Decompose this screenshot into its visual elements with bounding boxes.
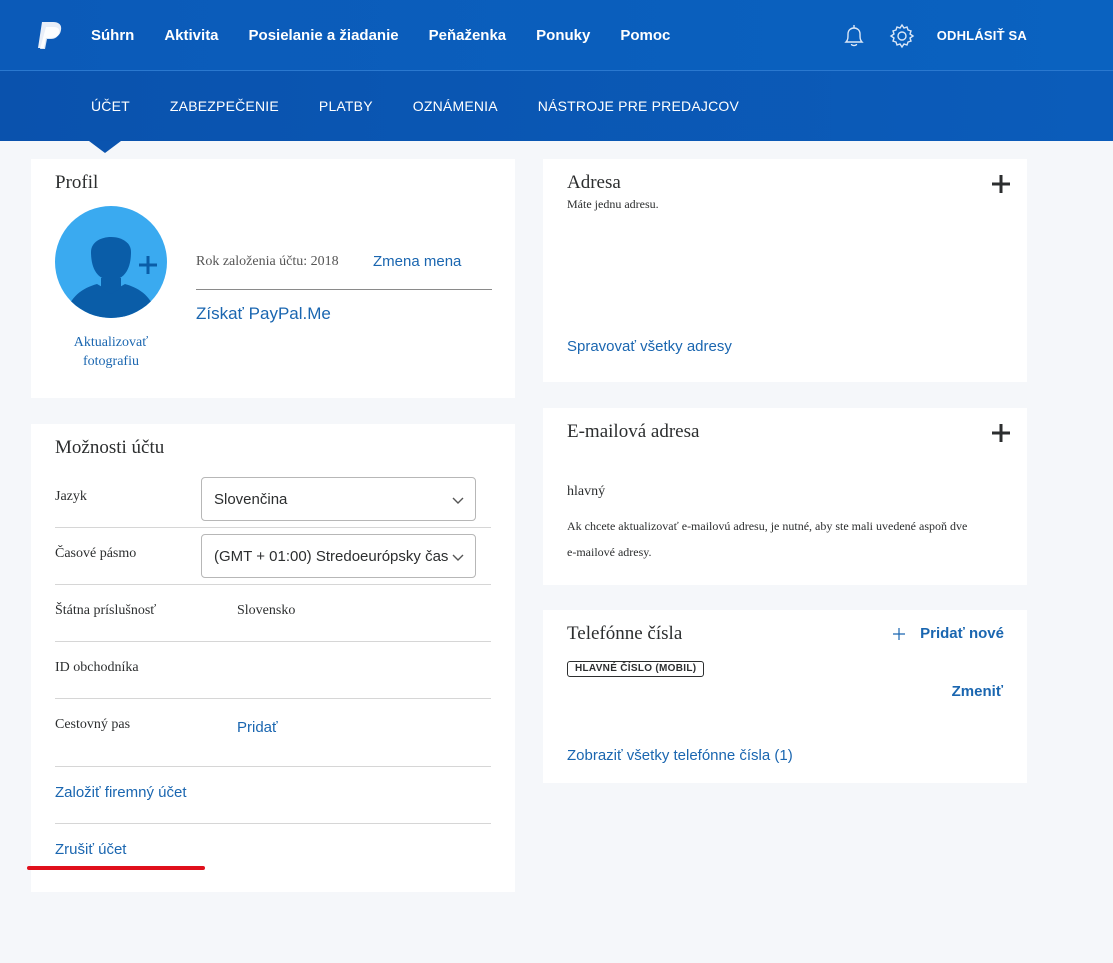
paypal-logo-icon[interactable]	[36, 20, 64, 50]
nav-summary[interactable]: Súhrn	[91, 27, 134, 44]
divider	[196, 289, 492, 290]
language-label: Jazyk	[55, 489, 87, 504]
tab-notifications[interactable]: OZNÁMENIA	[413, 98, 498, 114]
account-options-card: Možnosti účtu Jazyk Slovenčina Časové pá…	[31, 424, 515, 892]
add-phone-button[interactable]: Pridať nové	[892, 625, 1004, 642]
highlight-underline	[27, 866, 205, 870]
passport-label: Cestovný pas	[55, 717, 131, 732]
logout-button[interactable]: ODHLÁSIŤ SA	[937, 28, 1027, 43]
email-note-line-2: e-mailové adresy.	[567, 545, 652, 559]
timezone-value: (GMT + 01:00) Stredoeurópsky čas	[214, 548, 449, 565]
divider	[55, 584, 491, 585]
divider	[55, 698, 491, 699]
add-address-plus-icon[interactable]	[990, 173, 1012, 195]
email-note-line-1: Ak chcete aktualizovať e-mailovú adresu,…	[567, 519, 968, 533]
top-navigation-bar: Súhrn Aktivita Posielanie a žiadanie Peň…	[0, 0, 1113, 71]
open-business-account-link[interactable]: Založiť firemný účet	[55, 784, 187, 801]
address-count-text: Máte jednu adresu.	[567, 197, 659, 211]
account-year-text: Rok založenia účtu: 2018	[196, 254, 339, 269]
language-value: Slovenčina	[214, 491, 288, 508]
change-phone-link[interactable]: Zmeniť	[952, 683, 1003, 700]
phones-title: Telefónne čísla	[567, 623, 683, 644]
merchant-id-label: ID obchodníka	[55, 660, 139, 675]
get-paypal-me-link[interactable]: Získať PayPal.Me	[196, 304, 331, 324]
update-photo-link[interactable]: Aktualizovať fotografiu	[55, 333, 167, 371]
language-select[interactable]: Slovenčina	[201, 477, 476, 521]
change-name-link[interactable]: Zmena mena	[373, 253, 461, 270]
tab-seller-tools[interactable]: NÁSTROJE PRE PREDAJCOV	[538, 98, 739, 114]
chevron-down-icon	[452, 554, 464, 561]
nav-wallet[interactable]: Peňaženka	[429, 27, 507, 44]
citizenship-label: Štátna príslušnosť	[55, 603, 157, 618]
address-card: Adresa Máte jednu adresu. Spravovať všet…	[543, 159, 1027, 382]
primary-mobile-badge: HLAVNÉ ČÍSLO (MOBIL)	[567, 661, 705, 677]
account-options-title: Možnosti účtu	[55, 437, 165, 458]
phone-numbers-card: Telefónne čísla Pridať nové HLAVNÉ ČÍSLO…	[543, 610, 1027, 783]
divider	[55, 641, 491, 642]
add-passport-link[interactable]: Pridať	[237, 719, 278, 736]
add-phone-label: Pridať nové	[920, 625, 1004, 642]
divider	[55, 766, 491, 767]
settings-tabs: ÚČET ZABEZPEČENIE PLATBY OZNÁMENIA NÁSTR…	[91, 71, 779, 141]
profile-title: Profil	[55, 172, 99, 193]
chevron-down-icon	[452, 497, 464, 504]
tab-account[interactable]: ÚČET	[91, 98, 130, 114]
settings-subnav-bar: ÚČET ZABEZPEČENIE PLATBY OZNÁMENIA NÁSTR…	[0, 71, 1113, 141]
main-nav: Súhrn Aktivita Posielanie a žiadanie Peň…	[91, 0, 700, 71]
email-card: E-mailová adresa hlavný Ak chcete aktual…	[543, 408, 1027, 585]
primary-email-label: hlavný	[567, 484, 606, 499]
divider	[55, 823, 491, 824]
profile-card: Profil Aktualizovať fotografiu Rok založ…	[31, 159, 515, 398]
nav-send-request[interactable]: Posielanie a žiadanie	[249, 27, 399, 44]
view-all-phones-link[interactable]: Zobraziť všetky telefónne čísla (1)	[567, 747, 793, 764]
close-account-link[interactable]: Zrušiť účet	[55, 841, 126, 858]
divider	[55, 527, 491, 528]
tab-payments[interactable]: PLATBY	[319, 98, 373, 114]
plus-icon	[139, 256, 157, 274]
avatar[interactable]	[55, 206, 167, 318]
tab-security[interactable]: ZABEZPEČENIE	[170, 98, 279, 114]
timezone-label: Časové pásmo	[55, 546, 137, 561]
nav-help[interactable]: Pomoc	[620, 27, 670, 44]
plus-icon	[893, 627, 906, 640]
nav-activity[interactable]: Aktivita	[164, 27, 218, 44]
manage-addresses-link[interactable]: Spravovať všetky adresy	[567, 338, 732, 355]
header-actions: ODHLÁSIŤ SA	[841, 0, 1027, 71]
user-silhouette-icon	[65, 237, 157, 318]
address-title: Adresa	[567, 172, 621, 193]
bell-icon[interactable]	[841, 23, 867, 49]
citizenship-value: Slovensko	[237, 603, 296, 618]
active-tab-indicator	[89, 141, 121, 153]
timezone-select[interactable]: (GMT + 01:00) Stredoeurópsky čas	[201, 534, 476, 578]
gear-icon[interactable]	[889, 23, 915, 49]
email-title: E-mailová adresa	[567, 421, 700, 442]
add-email-plus-icon[interactable]	[990, 422, 1012, 444]
nav-offers[interactable]: Ponuky	[536, 27, 590, 44]
